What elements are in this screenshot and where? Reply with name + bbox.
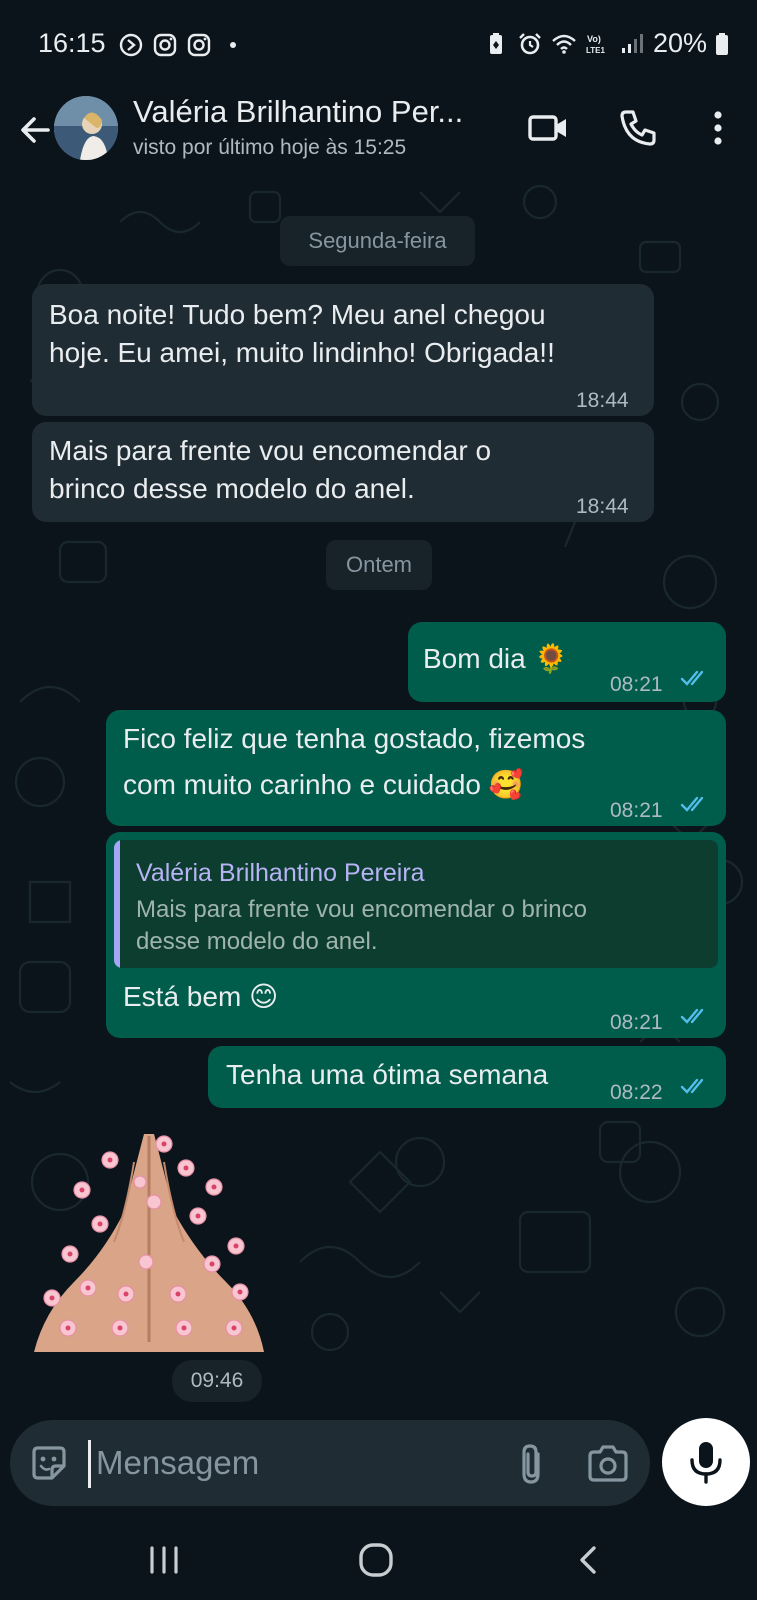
battery-level: 20% [652,28,707,58]
quoted-text: Mais para frente vou encomendar o brinco… [136,894,587,958]
battery-saver-icon [489,32,502,54]
more-options-icon[interactable] [694,104,742,152]
incoming-message[interactable]: Boa noite! Tudo bem? Meu anel chegou hoj… [32,284,654,416]
recents-icon[interactable] [140,1536,188,1584]
volte-icon: Vo) LTE1 [586,34,606,55]
message-composer[interactable] [10,1420,650,1506]
message-text-line: Bom dia 🌻 [423,643,569,674]
text-cursor [88,1440,91,1488]
message-text-line: Boa noite! Tudo bem? Meu anel chegou [49,299,546,330]
day-separator: Ontem [326,540,432,590]
message-text-line: hoje. Eu amei, muito lindinho! Obrigada!… [49,337,555,368]
message-input[interactable] [96,1438,476,1488]
status-bar: 16:15 Vo) LTE1 20% [0,0,757,90]
video-call-icon[interactable] [524,104,572,152]
mic-button[interactable] [662,1418,750,1506]
system-nav-bar [0,1520,757,1600]
message-text-line: com muito carinho e cuidado 🥰 [123,769,524,800]
contact-name[interactable]: Valéria Brilhantino Per... [133,94,503,130]
message-time: 08:22 [610,1081,663,1104]
phone-icon[interactable] [614,104,662,152]
message-time: 18:44 [576,389,629,412]
contact-avatar[interactable] [54,96,118,160]
home-icon[interactable] [352,1536,400,1584]
svg-text:LTE1: LTE1 [586,46,606,55]
attach-clip-icon[interactable] [510,1440,554,1488]
back-icon[interactable] [566,1536,614,1584]
message-time: 08:21 [610,1011,663,1034]
day-separator: Segunda-feira [280,216,475,266]
clock-app-icon [119,33,143,57]
alarm-icon [519,32,541,54]
quoted-message[interactable]: Valéria Brilhantino Pereira Mais para fr… [114,840,718,968]
system-icons: Vo) LTE1 20% [483,28,729,59]
message-time: 18:44 [576,495,629,518]
battery-icon [716,32,728,55]
read-ticks-icon [680,1078,704,1094]
message-input-bar [0,1414,757,1520]
message-text-line: Fico feliz que tenha gostado, fizemos [123,723,586,754]
message-time: 08:21 [610,673,663,696]
status-time: 16:15 [38,28,106,58]
instagram-icon [153,33,177,57]
incoming-message[interactable]: Mais para frente vou encomendar o brinco… [32,422,654,522]
avatar-image [54,96,118,160]
notification-icons [118,32,246,58]
quote-accent-bar [114,840,120,968]
outgoing-message[interactable]: Fico feliz que tenha gostado, fizemos co… [106,710,726,826]
outgoing-message[interactable]: Tenha uma ótima semana 08:22 [208,1046,726,1108]
outgoing-message[interactable]: Bom dia 🌻 08:21 [408,622,726,702]
dot-icon [230,42,236,48]
sticker-emoji-icon[interactable] [28,1442,70,1484]
read-ticks-icon [680,1008,704,1024]
mic-icon [690,1442,722,1484]
message-text-line: brinco desse modelo do anel. [49,473,415,504]
back-arrow-icon[interactable] [14,108,58,152]
instagram-icon [187,33,211,57]
read-ticks-icon [680,670,704,686]
message-text-line: Tenha uma ótima semana [226,1059,549,1090]
last-seen-status: visto por último hoje às 15:25 [133,136,407,159]
svg-text:Vo): Vo) [587,34,601,44]
sticker-time: 09:46 [172,1360,262,1402]
message-time: 08:21 [610,799,663,822]
chat-area[interactable]: Segunda-feira Boa noite! Tudo bem? Meu a… [0,182,757,1414]
chat-header: Valéria Brilhantino Per... visto por últ… [0,90,757,182]
quoted-author: Valéria Brilhantino Pereira [136,859,425,887]
signal-icon [621,33,643,53]
wifi-icon [552,34,576,54]
outgoing-reply-message[interactable]: Valéria Brilhantino Pereira Mais para fr… [106,832,726,1038]
quoted-text-line: Mais para frente vou encomendar o brinco [136,896,587,923]
read-ticks-icon [680,796,704,812]
camera-icon[interactable] [584,1440,632,1488]
praying-hands-sticker[interactable] [34,1132,264,1352]
quoted-text-line: desse modelo do anel. [136,928,378,955]
message-text-line: Está bem 😊 [123,981,279,1012]
message-text-line: Mais para frente vou encomendar o [49,435,492,466]
